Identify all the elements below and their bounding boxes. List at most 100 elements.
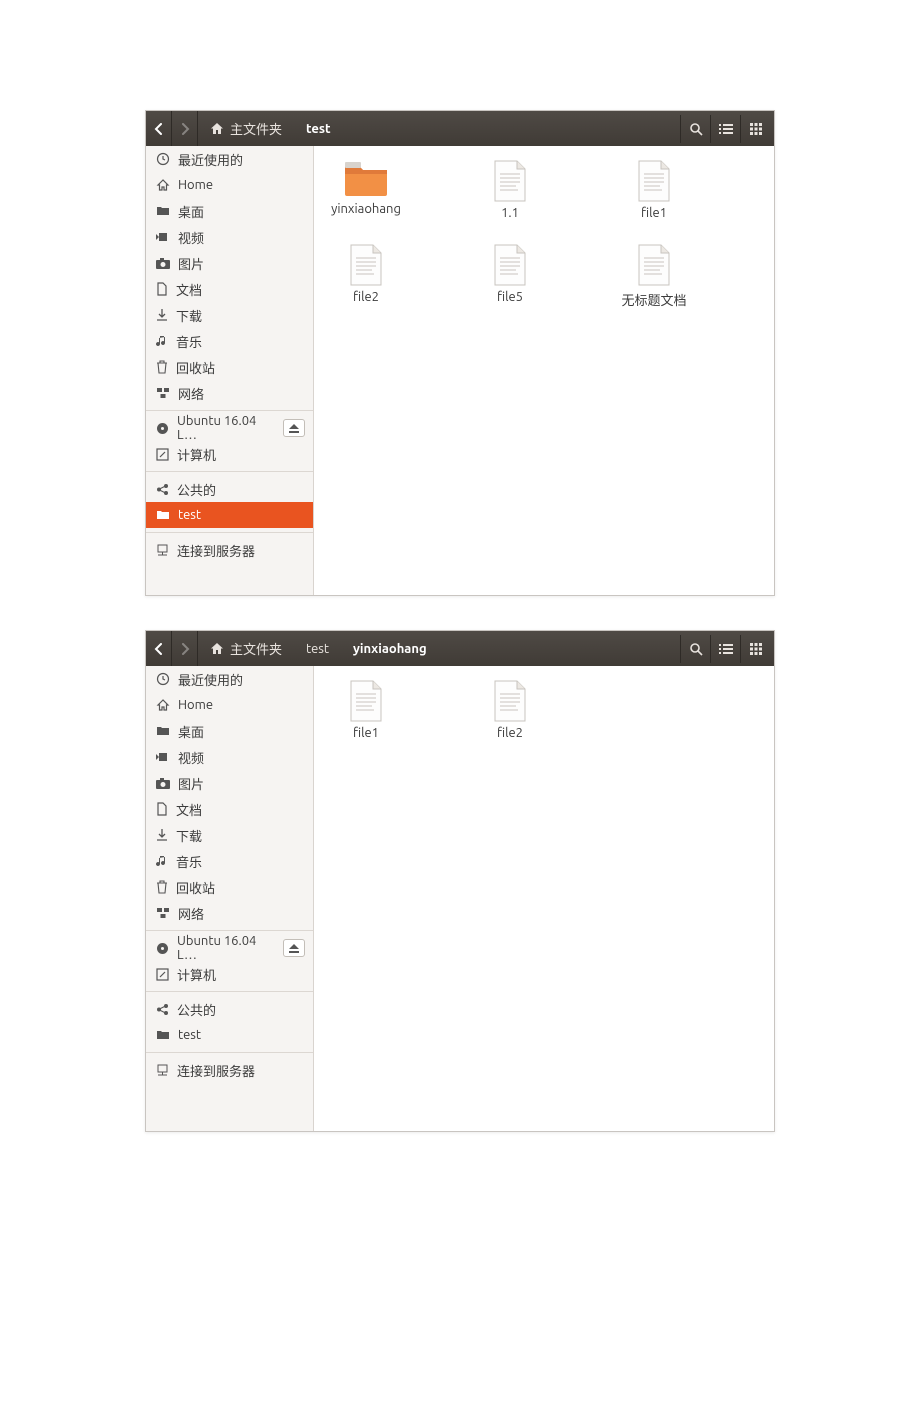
file-item[interactable]: 无标题文档: [612, 244, 696, 309]
folder-item[interactable]: yinxiaohang: [324, 160, 408, 220]
list-view-button[interactable]: [710, 635, 740, 663]
breadcrumb-current[interactable]: test: [294, 111, 343, 146]
back-button[interactable]: [146, 631, 172, 666]
document-icon: [156, 282, 168, 296]
sidebar-item-documents[interactable]: 文档: [146, 796, 313, 822]
sidebar-item-test[interactable]: test: [146, 1022, 313, 1048]
sidebar-label: 音乐: [176, 332, 313, 351]
sidebar-item-documents[interactable]: 文档: [146, 276, 313, 302]
download-icon: [156, 828, 168, 842]
forward-button[interactable]: [172, 111, 198, 146]
chevron-right-icon: [180, 123, 190, 135]
sidebar-label: Ubuntu 16.04 L…: [177, 414, 275, 442]
sidebar-label: 视频: [178, 228, 313, 247]
sidebar-item-pictures[interactable]: 图片: [146, 250, 313, 276]
file-item[interactable]: file5: [468, 244, 552, 309]
toolbar: 主文件夹 test: [146, 111, 774, 146]
grid-view-button[interactable]: [740, 635, 770, 663]
sidebar-item-disc[interactable]: Ubuntu 16.04 L…: [146, 415, 313, 441]
sidebar-label: 连接到服务器: [177, 1061, 313, 1080]
sidebar-label: 回收站: [176, 358, 313, 377]
sidebar-item-trash[interactable]: 回收站: [146, 874, 313, 900]
computer-icon: [156, 448, 169, 461]
breadcrumb-home[interactable]: 主文件夹: [198, 631, 294, 666]
sidebar-item-connect[interactable]: 连接到服务器: [146, 537, 313, 563]
sidebar-item-home[interactable]: Home: [146, 692, 313, 718]
sidebar-item-pictures[interactable]: 图片: [146, 770, 313, 796]
sidebar-item-videos[interactable]: 视频: [146, 744, 313, 770]
toolbar: 主文件夹 test yinxiaohang: [146, 631, 774, 666]
sidebar-label: 计算机: [177, 965, 313, 984]
file-name: file1: [353, 726, 379, 740]
camera-icon: [156, 258, 170, 269]
sidebar-item-downloads[interactable]: 下载: [146, 822, 313, 848]
sidebar-label: Home: [178, 698, 313, 712]
sidebar-label: 文档: [176, 280, 313, 299]
sidebar-item-desktop[interactable]: 桌面: [146, 718, 313, 744]
file-item[interactable]: 1.1: [468, 160, 552, 220]
sidebar-item-music[interactable]: 音乐: [146, 848, 313, 874]
breadcrumb-label: test: [306, 122, 331, 136]
sidebar-item-desktop[interactable]: 桌面: [146, 198, 313, 224]
sidebar: 最近使用的 Home 桌面 视频 图片 文档: [146, 666, 314, 1131]
file-item[interactable]: file2: [468, 680, 552, 740]
search-button[interactable]: [680, 115, 710, 143]
breadcrumb-home-label: 主文件夹: [230, 119, 282, 138]
grid-view-button[interactable]: [740, 115, 770, 143]
sidebar-item-network[interactable]: 网络: [146, 380, 313, 406]
sidebar-item-computer[interactable]: 计算机: [146, 961, 313, 987]
clock-icon: [156, 152, 170, 166]
sidebar-item-videos[interactable]: 视频: [146, 224, 313, 250]
sidebar-item-trash[interactable]: 回收站: [146, 354, 313, 380]
text-file-icon: [492, 680, 528, 722]
forward-button[interactable]: [172, 631, 198, 666]
sidebar-item-public[interactable]: 公共的: [146, 476, 313, 502]
trash-icon: [156, 880, 168, 894]
sidebar-item-disc[interactable]: Ubuntu 16.04 L…: [146, 935, 313, 961]
chevron-right-icon: [180, 643, 190, 655]
download-icon: [156, 308, 168, 322]
sidebar-label: Home: [178, 178, 313, 192]
file-name: file2: [353, 290, 379, 304]
list-view-button[interactable]: [710, 115, 740, 143]
sidebar-item-connect[interactable]: 连接到服务器: [146, 1057, 313, 1083]
eject-button[interactable]: [283, 939, 305, 957]
file-item[interactable]: file1: [612, 160, 696, 220]
file-grid[interactable]: file1 file2: [314, 666, 774, 1131]
breadcrumb-current[interactable]: yinxiaohang: [341, 631, 439, 666]
music-icon: [156, 855, 168, 868]
share-icon: [156, 483, 169, 496]
sidebar-label: 文档: [176, 800, 313, 819]
sidebar-item-home[interactable]: Home: [146, 172, 313, 198]
file-item[interactable]: file1: [324, 680, 408, 740]
file-grid[interactable]: yinxiaohang 1.1 file1: [314, 146, 774, 595]
file-name: file2: [497, 726, 523, 740]
text-file-icon: [636, 160, 672, 202]
sidebar-item-test[interactable]: test: [146, 502, 313, 528]
breadcrumb-segment[interactable]: test: [294, 631, 341, 666]
folder-large-icon: [343, 160, 389, 198]
sidebar-label: 视频: [178, 748, 313, 767]
sidebar-item-recent[interactable]: 最近使用的: [146, 666, 313, 692]
search-button[interactable]: [680, 635, 710, 663]
eject-button[interactable]: [283, 419, 305, 437]
text-file-icon: [492, 244, 528, 286]
sidebar-item-downloads[interactable]: 下载: [146, 302, 313, 328]
share-icon: [156, 1003, 169, 1016]
computer-icon: [156, 968, 169, 981]
back-button[interactable]: [146, 111, 172, 146]
sidebar-label: 计算机: [177, 445, 313, 464]
file-item[interactable]: file2: [324, 244, 408, 309]
sidebar-item-computer[interactable]: 计算机: [146, 441, 313, 467]
sidebar-item-public[interactable]: 公共的: [146, 996, 313, 1022]
sidebar-label: 回收站: [176, 878, 313, 897]
breadcrumb-home[interactable]: 主文件夹: [198, 111, 294, 146]
sidebar-item-recent[interactable]: 最近使用的: [146, 146, 313, 172]
sidebar-item-music[interactable]: 音乐: [146, 328, 313, 354]
sidebar-item-network[interactable]: 网络: [146, 900, 313, 926]
sidebar-label: 最近使用的: [178, 150, 313, 169]
search-icon: [689, 122, 703, 136]
trash-icon: [156, 360, 168, 374]
sidebar-label: 图片: [178, 774, 313, 793]
file-name: yinxiaohang: [331, 202, 401, 216]
